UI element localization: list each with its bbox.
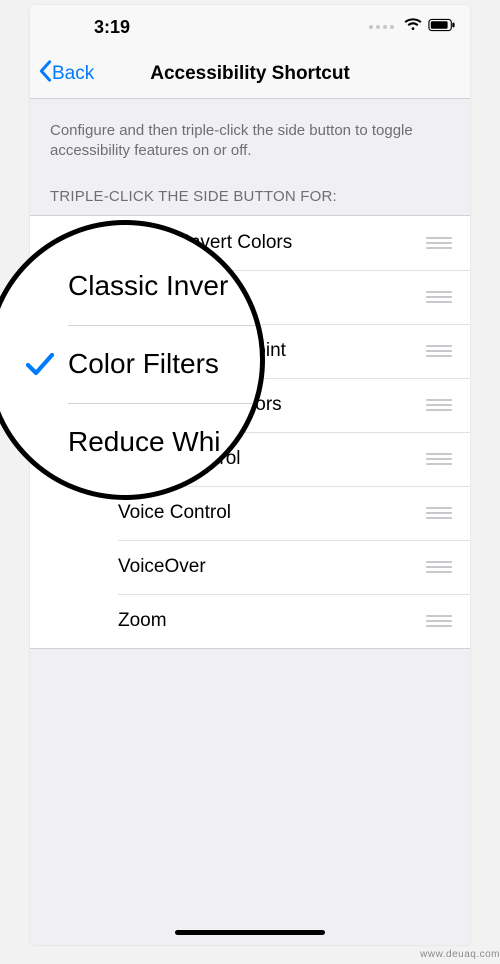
magnifier-label: Color Filters — [68, 348, 219, 380]
drag-handle-icon[interactable] — [422, 615, 452, 627]
status-time: 3:19 — [94, 17, 130, 38]
drag-handle-icon[interactable] — [422, 507, 452, 519]
magnifier-row: Classic Inver — [0, 247, 260, 325]
back-button[interactable]: Back — [30, 60, 94, 88]
wifi-icon — [404, 18, 422, 37]
page-title: Accessibility Shortcut — [30, 63, 470, 85]
description-text: Configure and then triple-click the side… — [30, 99, 470, 172]
drag-handle-icon[interactable] — [422, 399, 452, 411]
drag-handle-icon[interactable] — [422, 291, 452, 303]
magnifier-lens: Classic Inver Color Filters Reduce Whi — [0, 220, 265, 500]
page-dots — [369, 25, 394, 29]
magnifier-label: Classic Inver — [68, 270, 228, 302]
list-item[interactable]: VoiceOver — [30, 540, 470, 594]
list-item-label: Voice Control — [118, 502, 422, 524]
nav-bar: Back Accessibility Shortcut — [30, 49, 470, 99]
magnifier-row: Color Filters — [0, 325, 260, 403]
chevron-left-icon — [38, 60, 52, 88]
magnifier-row: Reduce Whi — [0, 403, 260, 481]
home-indicator[interactable] — [175, 930, 325, 935]
magnifier-label: Reduce Whi — [68, 426, 221, 458]
drag-handle-icon[interactable] — [422, 345, 452, 357]
list-item[interactable]: Zoom — [30, 594, 470, 648]
drag-handle-icon[interactable] — [422, 237, 452, 249]
list-item-label: VoiceOver — [118, 556, 422, 578]
back-label: Back — [52, 63, 94, 85]
status-right — [369, 18, 456, 37]
drag-handle-icon[interactable] — [422, 453, 452, 465]
section-header: TRIPLE-CLICK THE SIDE BUTTON FOR: — [30, 172, 470, 215]
battery-icon — [428, 18, 456, 37]
watermark: www.deuaq.com — [420, 949, 500, 960]
checkmark-icon — [20, 348, 60, 380]
drag-handle-icon[interactable] — [422, 561, 452, 573]
status-bar: 3:19 — [30, 5, 470, 49]
list-item-label: Zoom — [118, 610, 422, 632]
